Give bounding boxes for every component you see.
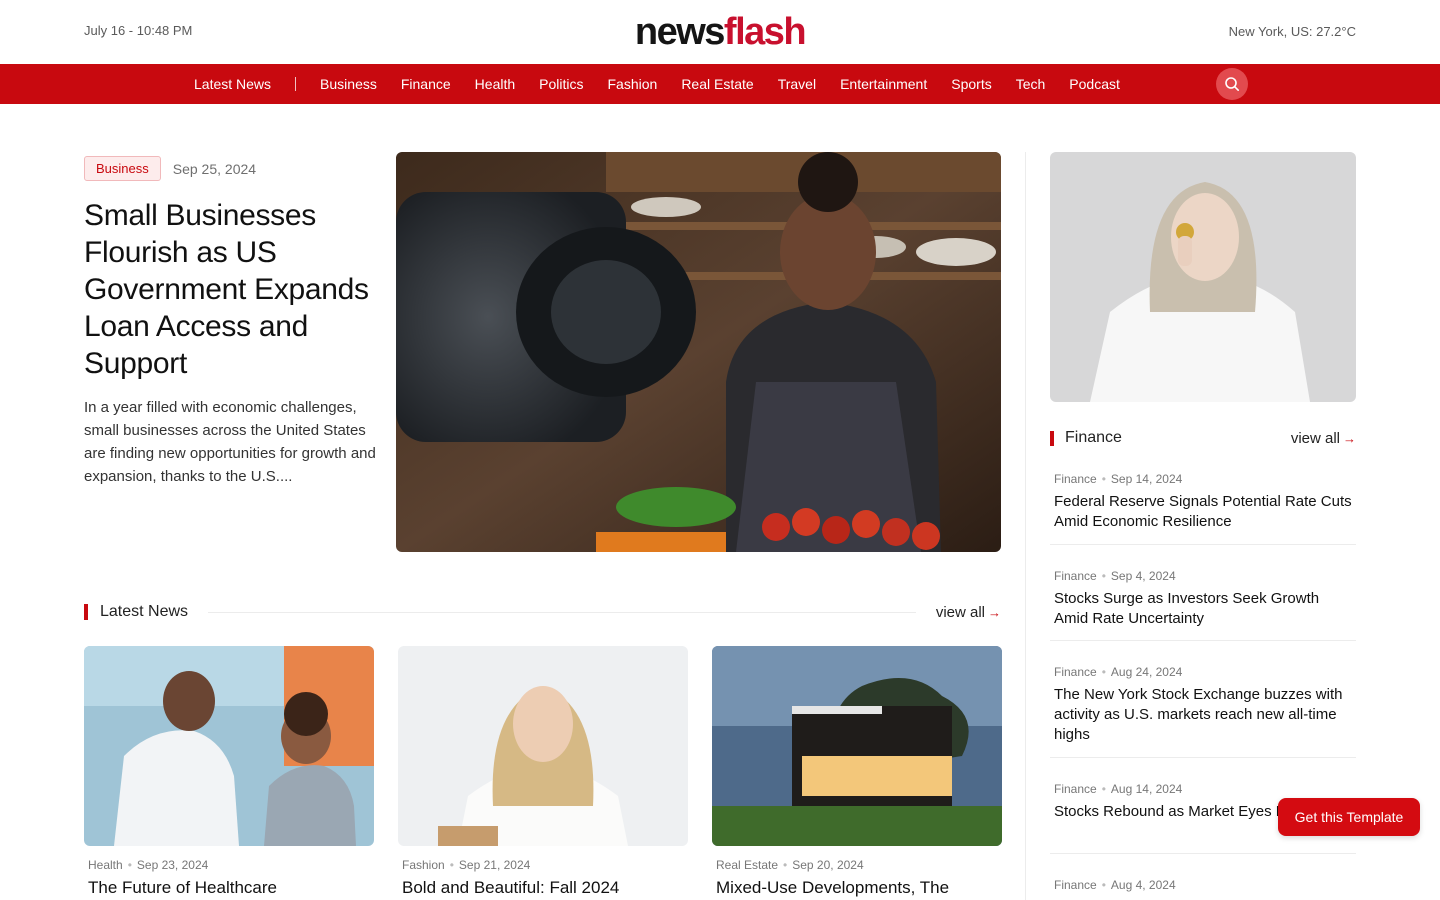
meta-dot: • — [449, 858, 454, 872]
item-date: Aug 4, 2024 — [1110, 878, 1176, 892]
card-date: Sep 21, 2024 — [458, 858, 531, 872]
item-meta: Finance • Aug 4, 2024 — [1054, 878, 1352, 892]
nav-latest-news[interactable]: Latest News — [194, 76, 271, 92]
news-card[interactable]: Real Estate • Sep 20, 2024 Mixed-Use Devel… — [712, 646, 1002, 899]
nav-real-estate[interactable]: Real Estate — [681, 76, 753, 92]
news-card[interactable]: Fashion • Sep 21, 2024 Bold and Beautiful:… — [398, 646, 688, 899]
item-date: Aug 14, 2024 — [1110, 782, 1183, 796]
nav-finance[interactable]: Finance — [401, 76, 451, 92]
card-category[interactable]: Health — [88, 858, 123, 872]
item-category[interactable]: Finance — [1054, 782, 1097, 796]
item-date: Sep 14, 2024 — [1110, 472, 1183, 486]
nav-travel[interactable]: Travel — [778, 76, 816, 92]
item-category[interactable]: Finance — [1054, 878, 1097, 892]
top-bar: July 16 - 10:48 PM newsflash New York, U… — [0, 0, 1440, 64]
hero-image[interactable] — [396, 152, 1001, 552]
nav-divider — [295, 77, 297, 91]
card-title[interactable]: Mixed-Use Developments, The — [712, 877, 1002, 899]
view-all-label: view all — [935, 603, 985, 621]
card-meta: Real Estate • Sep 20, 2024 — [712, 858, 1002, 872]
hero-article: Business Sep 25, 2024 Small Businesses Fl… — [84, 156, 376, 488]
card-category[interactable]: Real Estate — [716, 858, 778, 872]
card-date: Sep 23, 2024 — [136, 858, 209, 872]
hero-category-badge[interactable]: Business — [84, 156, 161, 181]
card-category[interactable]: Fashion — [402, 858, 445, 872]
arrow-right-icon: → — [1343, 430, 1356, 446]
meta-dot: • — [1101, 472, 1106, 486]
item-category[interactable]: Finance — [1054, 472, 1097, 486]
item-title[interactable]: The New York Stock Exchange buzzes with … — [1054, 685, 1352, 745]
logo-flash: flash — [723, 11, 807, 53]
card-image-fashion[interactable] — [398, 646, 688, 846]
arrow-right-icon: → — [988, 604, 1001, 620]
search-button[interactable] — [1216, 68, 1248, 100]
nav-tech[interactable]: Tech — [1016, 76, 1046, 92]
logo-news: news — [634, 11, 726, 53]
section-rule — [208, 611, 916, 613]
card-date: Sep 20, 2024 — [792, 858, 864, 872]
hero-excerpt: In a year filled with economic challenge… — [84, 399, 376, 485]
meta-dot: • — [1101, 569, 1106, 583]
news-card[interactable]: Health • Sep 23, 2024 The Future of Health… — [84, 646, 374, 899]
latest-news-title: Latest News — [100, 603, 189, 620]
get-template-button[interactable]: Get this Template — [1278, 798, 1420, 836]
meta-dot: • — [1101, 665, 1106, 679]
item-category[interactable]: Finance — [1054, 569, 1097, 583]
column-divider — [1025, 152, 1026, 900]
nav-sports[interactable]: Sports — [951, 76, 991, 92]
item-title[interactable]: Federal Reserve Signals Potential Rate C… — [1054, 492, 1352, 532]
item-category[interactable]: Finance — [1054, 665, 1097, 679]
finance-list-item[interactable]: Finance • Sep 14, 2024 Federal Reserve Sig… — [1050, 472, 1356, 545]
nav-business[interactable]: Business — [320, 76, 377, 92]
sidebar-feature-image[interactable] — [1050, 152, 1356, 402]
finance-header: Finance view all → — [1050, 427, 1356, 449]
card-image-healthcare[interactable] — [84, 646, 374, 846]
card-meta: Fashion • Sep 21, 2024 — [398, 858, 688, 872]
hero-date: Sep 25, 2024 — [172, 160, 257, 177]
item-title[interactable]: Stocks Surge as Investors Seek Growth Am… — [1054, 589, 1352, 629]
card-image-real-estate[interactable] — [712, 646, 1002, 846]
weather-readout: New York, US: 27.2°C — [1228, 24, 1356, 39]
card-title[interactable]: Bold and Beautiful: Fall 2024 — [398, 877, 688, 899]
finance-title: Finance — [1065, 429, 1122, 446]
item-meta: Finance • Aug 24, 2024 — [1054, 665, 1352, 679]
item-date: Aug 24, 2024 — [1110, 665, 1183, 679]
nav-entertainment[interactable]: Entertainment — [840, 76, 927, 92]
latest-view-all-link[interactable]: view all → — [936, 604, 1001, 621]
latest-news-header: Latest News view all → — [84, 600, 1001, 624]
card-meta: Health • Sep 23, 2024 — [84, 858, 374, 872]
site-logo[interactable]: newsflash — [0, 10, 1440, 54]
view-all-label: view all — [1290, 429, 1340, 447]
search-icon — [1225, 77, 1239, 91]
finance-list-item[interactable]: Finance • Sep 4, 2024 Stocks Surge as Inve… — [1050, 569, 1356, 641]
nav-politics[interactable]: Politics — [539, 76, 583, 92]
item-date: Sep 4, 2024 — [1110, 569, 1176, 583]
item-meta: Finance • Aug 14, 2024 — [1054, 782, 1352, 796]
item-meta: Finance • Sep 14, 2024 — [1054, 472, 1352, 486]
section-marker — [1050, 430, 1054, 446]
nav-podcast[interactable]: Podcast — [1069, 76, 1120, 92]
finance-view-all-link[interactable]: view all → — [1291, 430, 1356, 447]
nav-fashion[interactable]: Fashion — [608, 76, 658, 92]
nav-health[interactable]: Health — [475, 76, 515, 92]
meta-dot: • — [127, 858, 132, 872]
section-marker — [84, 604, 88, 620]
hero-title[interactable]: Small Businesses Flourish as US Governme… — [84, 197, 376, 382]
item-meta: Finance • Sep 4, 2024 — [1054, 569, 1352, 583]
meta-dot: • — [1101, 782, 1106, 796]
card-title[interactable]: The Future of Healthcare — [84, 877, 374, 899]
finance-list-item[interactable]: Finance • Aug 24, 2024 The New York Stock … — [1050, 665, 1356, 758]
finance-list-item[interactable]: Finance • Aug 4, 2024 — [1050, 878, 1356, 900]
meta-dot: • — [783, 858, 788, 872]
meta-dot: • — [1101, 878, 1106, 892]
